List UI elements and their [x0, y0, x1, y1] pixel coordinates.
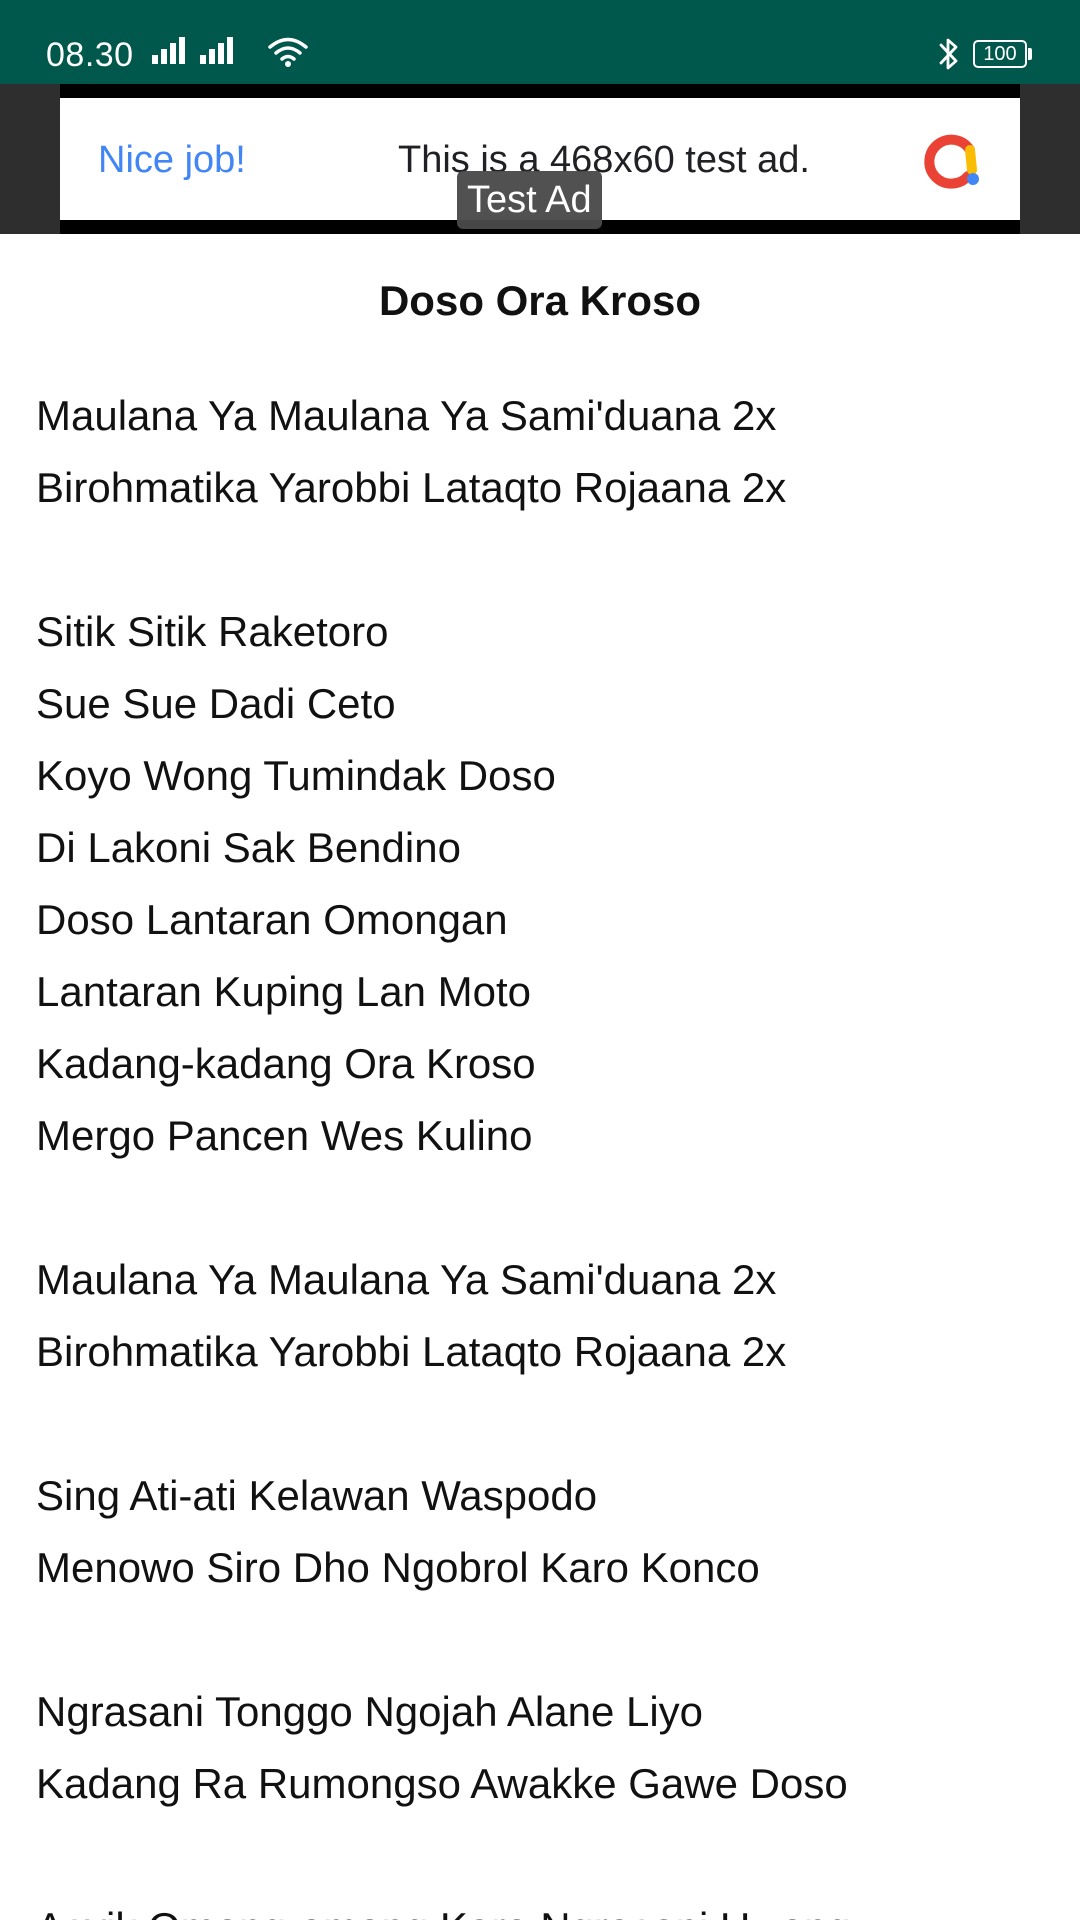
lyrics-body: Maulana Ya Maulana Ya Sami'duana 2x Biroh…: [36, 380, 1056, 1920]
signal-group: [152, 37, 248, 64]
lyric-line: Sing Ati-ati Kelawan Waspodo: [36, 1472, 598, 1519]
lyric-line: Mergo Pancen Wes Kulino: [36, 1112, 533, 1159]
lyric-line: Di Lakoni Sak Bendino: [36, 824, 461, 871]
stanza-gap: [36, 1388, 1056, 1460]
lyric-line: Kadang Ra Rumongso Awakke Gawe Doso: [36, 1760, 848, 1807]
lyric-line: Maulana Ya Maulana Ya Sami'duana 2x: [36, 392, 777, 439]
signal-icon: [152, 37, 188, 64]
stanza-gap: [36, 1172, 1056, 1244]
lyric-line: Koyo Wong Tumindak Doso: [36, 752, 556, 799]
stanza-gap: [36, 1820, 1056, 1892]
status-time: 08.30: [46, 36, 134, 74]
lyric-line: Birohmatika Yarobbi Lataqto Rojaana 2x: [36, 1328, 787, 1375]
lyric-line: Menowo Siro Dho Ngobrol Karo Konco: [36, 1544, 760, 1591]
battery-level: 100: [973, 40, 1027, 68]
stanza-gap: [36, 1604, 1056, 1676]
signal-icon: [200, 37, 236, 64]
lyric-line: Ngrasani Tonggo Ngojah Alane Liyo: [36, 1688, 704, 1735]
lyric-line: Kadang-kadang Ora Kroso: [36, 1040, 536, 1087]
ad-headline: Nice job!: [98, 139, 246, 181]
bluetooth-icon: [939, 38, 958, 70]
ad-area: Nice job! This is a 468x60 test ad. Test…: [0, 84, 1080, 234]
status-bar: 08.30 100: [0, 0, 1080, 84]
lyric-line: Sue Sue Dadi Ceto: [36, 680, 396, 727]
lyric-line: Lantaran Kuping Lan Moto: [36, 968, 532, 1015]
lyric-line: Asyik Omong-omong Karo Ngrasani Uwong: [36, 1892, 1056, 1920]
test-ad-label: Test Ad: [457, 171, 602, 229]
song-title: Doso Ora Kroso: [378, 277, 702, 324]
lyric-line: Maulana Ya Maulana Ya Sami'duana 2x: [36, 1256, 777, 1303]
stanza-gap: [36, 524, 1056, 596]
wifi-icon: [268, 37, 308, 67]
battery-icon: 100: [973, 40, 1033, 68]
lyric-line: Birohmatika Yarobbi Lataqto Rojaana 2x: [36, 464, 787, 511]
lyric-line: Doso Lantaran Omongan: [36, 896, 508, 943]
admob-logo-icon: [924, 134, 979, 189]
lyric-line: Sitik Sitik Raketoro: [36, 608, 389, 655]
lyrics-view[interactable]: Doso Ora Kroso Maulana Ya Maulana Ya Sam…: [0, 234, 1080, 1920]
